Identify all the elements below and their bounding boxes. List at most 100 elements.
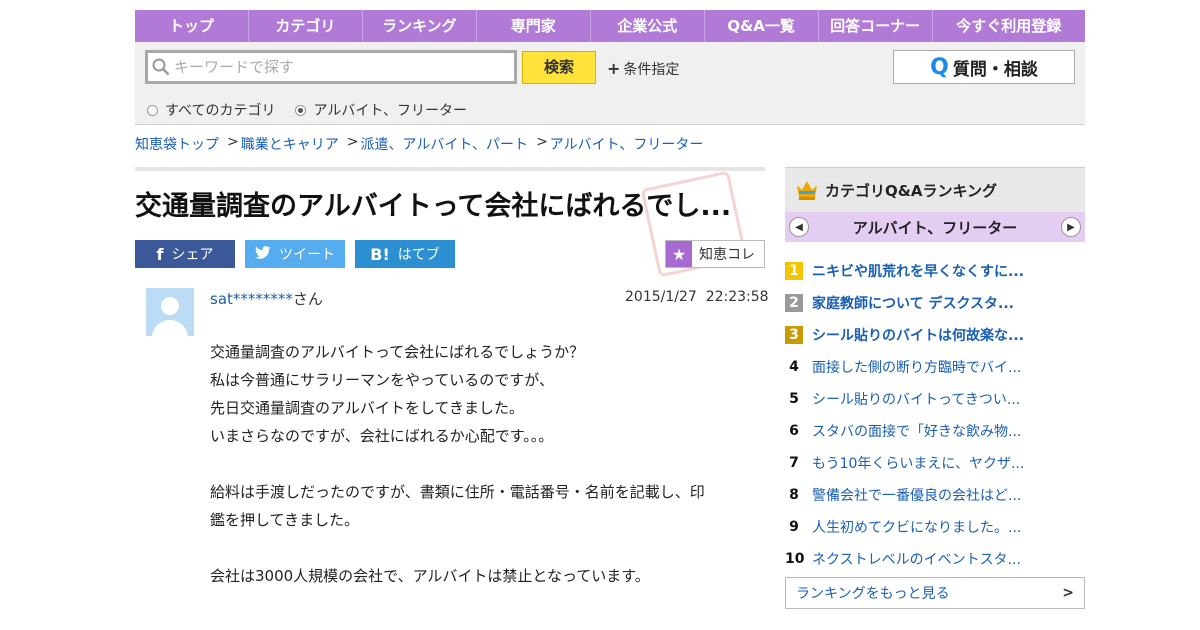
ranking-link[interactable]: ネクストレベルのイベントスタ... [812,549,1027,569]
ranking-item[interactable]: 10 ネクストレベルのイベントスタ... [785,543,1085,575]
facebook-share-button[interactable]: f シェア [135,240,235,268]
breadcrumb-item-career[interactable]: 職業とキャリア [241,134,339,154]
search-box[interactable] [145,50,517,84]
plus-icon: + [607,59,621,78]
ranking-category-bar: ◀ アルバイト、フリーター ▶ [785,212,1085,242]
ranking-link[interactable]: シール貼りのバイトってきつい... [812,389,1027,409]
ask-question-label: 質問・相談 [952,59,1038,80]
breadcrumb: 知恵袋トップ > 職業とキャリア > 派遣、アルバイト、パート > アルバイト、… [135,134,711,154]
chiekore-button[interactable]: ★ 知恵コレ [665,240,765,268]
star-icon: ★ [666,241,692,267]
hatena-icon: B! [370,244,390,264]
scope-current-label: アルバイト、フリーター [313,103,468,119]
breadcrumb-separator: > [536,134,548,150]
ranking-sidebar: カテゴリQ&Aランキング ◀ アルバイト、フリーター ▶ 1 ニキビや肌荒れを早く… [785,167,1085,609]
post-date: 2015/1/27 [625,289,697,305]
rank-number: 9 [789,519,799,535]
ranking-item[interactable]: 4 面接した側の断り方臨時でバイ... [785,351,1085,383]
ranking-list: 1 ニキビや肌荒れを早くなくすに... 2 家庭教師について デスクスタ... 3シ… [785,255,1085,575]
body-gap [210,450,750,478]
ranking-link[interactable]: もう10年くらいまえに、ヤクザ... [812,453,1027,473]
ranking-item[interactable]: 8 警備会社で一番優良の会社はど... [785,479,1085,511]
radio-icon [147,104,158,116]
crown-icon [795,179,819,201]
facebook-icon: f [156,244,164,264]
radio-selected-icon [295,104,307,116]
nav-register[interactable]: 今すぐ利用登録 [933,10,1085,42]
body-line: 鑑を押してきました。 [210,511,360,529]
ranking-item[interactable]: 1 ニキビや肌荒れを早くなくすに... [785,255,1085,287]
rank-number: 10 [785,551,805,567]
body-line: いまさらなのですが、会社にばれるか心配です。。。 [210,427,554,445]
search-input[interactable] [174,58,504,76]
search-button[interactable]: 検索 [522,51,596,84]
rank-number: 6 [789,423,799,439]
scope-all-radio[interactable]: すべてのカテゴリ [147,100,275,120]
body-gap [210,534,750,562]
nav-official[interactable]: 企業公式 [591,10,705,42]
ranking-link[interactable]: ニキビや肌荒れを早くなくすに... [812,261,1027,281]
ranking-link[interactable]: シール貼りのバイトは何故楽な... [812,325,1027,345]
nav-qa-list[interactable]: Q&A一覧 [705,10,819,42]
nav-ranking[interactable]: ランキング [363,10,477,42]
facebook-share-label: シェア [171,247,214,263]
twitter-share-label: ツイート [279,247,335,263]
ranking-item[interactable]: 2 家庭教師について デスクスタ... [785,287,1085,319]
ranking-header: カテゴリQ&Aランキング [785,167,1085,212]
rank-number: 1 [785,262,803,280]
conditions-link[interactable]: + 条件指定 [607,59,679,79]
body-line: 私は今普通にサラリーマンをやっているのですが、 [210,371,554,389]
rank-number: 3 [785,326,803,344]
ranking-item[interactable]: 5 シール貼りのバイトってきつい... [785,383,1085,415]
nav-category[interactable]: カテゴリ [249,10,363,42]
share-buttons: f シェア ツイート B! はてブ [135,240,465,268]
ranking-item[interactable]: 9 人生初めてクビになりました。... [785,511,1085,543]
body-line: 先日交通量調査のアルバイトをしてきました。 [210,399,524,417]
rank-number: 7 [789,455,799,471]
ranking-category-name: アルバイト、フリーター [852,218,1018,237]
hatena-label: はてブ [397,247,440,263]
more-ranking-button[interactable]: ランキングをもっと見る > [785,577,1085,609]
post-time: 22:23:58 [705,289,769,305]
body-line: 会社は3000人規模の会社で、アルバイトは禁止となっています。 [210,567,650,585]
search-area: 検索 +条件指定 Q 質問・相談 すべてのカテゴリ アルバイト、フリーター [135,42,1085,125]
conditions-label: 条件指定 [623,62,680,78]
breadcrumb-item-freeter[interactable]: アルバイト、フリーター [550,134,704,154]
ranking-link[interactable]: 家庭教師について デスクスタ... [812,293,1027,313]
question-body: 交通量調査のアルバイトって会社にばれるでしょうか？ 私は今普通にサラリーマンをや… [210,338,750,590]
rank-number: 4 [789,359,799,375]
ranking-item[interactable]: 3 シール貼りのバイトは何故楽な... [785,319,1085,351]
question-q-icon: Q [930,54,949,80]
breadcrumb-separator: > [346,134,359,150]
next-category-arrow-icon[interactable]: ▶ [1061,217,1081,237]
user-suffix: さん [292,290,323,308]
question-main: 交通量調査のアルバイトって会社にばれるでし... f シェア ツイート B! は… [135,167,769,585]
twitter-bird-icon [255,245,271,264]
ranking-link[interactable]: 人生初めてクビになりました。... [812,517,1027,537]
prev-category-arrow-icon[interactable]: ◀ [789,217,809,237]
ranking-title: カテゴリQ&Aランキング [825,181,997,200]
ask-question-button[interactable]: Q 質問・相談 [893,50,1075,84]
twitter-share-button[interactable]: ツイート [245,240,345,268]
user-name-link[interactable]: sat******** [210,290,293,308]
chiekore-label: 知恵コレ [699,247,755,263]
hatena-bookmark-button[interactable]: B! はてブ [355,240,455,268]
breadcrumb-item-parttime[interactable]: 派遣、アルバイト、パート [360,134,528,154]
nav-top[interactable]: トップ [135,10,249,42]
ranking-link[interactable]: 警備会社で一番優良の会社はど... [812,485,1027,505]
rank-number: 8 [789,487,799,503]
ranking-item[interactable]: 7 もう10年くらいまえに、ヤクザ... [785,447,1085,479]
nav-experts[interactable]: 専門家 [477,10,591,42]
scope-current-radio[interactable]: アルバイト、フリーター [295,100,467,120]
ranking-link[interactable]: 面接した側の断り方臨時でバイ... [812,357,1027,377]
nav-answer-corner[interactable]: 回答コーナー [819,10,933,42]
breadcrumb-item-top[interactable]: 知恵袋トップ [135,134,219,154]
breadcrumb-separator: > [227,134,239,150]
body-line: 交通量調査のアルバイトって会社にばれるでしょうか？ [210,343,585,361]
avatar[interactable] [146,288,194,336]
ranking-link[interactable]: スタバの面接で「好きな飲み物... [812,421,1027,441]
ranking-item[interactable]: 6 スタバの面接で「好きな飲み物... [785,415,1085,447]
rank-number: 2 [785,294,803,312]
body-line: 給料は手渡しだったのですが、書類に住所・電話番号・名前を記載し、印 [210,483,705,501]
global-nav: トップ カテゴリ ランキング 専門家 企業公式 Q&A一覧 回答コーナー 今すぐ… [135,10,1085,42]
